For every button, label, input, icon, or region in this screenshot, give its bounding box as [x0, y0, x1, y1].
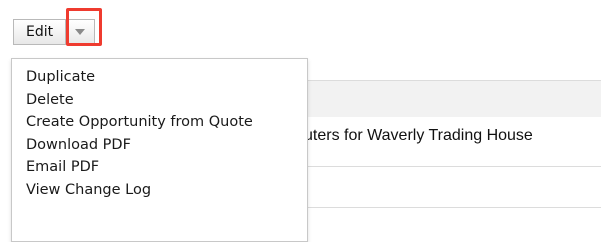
menu-item-delete[interactable]: Delete — [12, 89, 307, 112]
actions-menu: Duplicate Delete Create Opportunity from… — [11, 58, 308, 242]
highlight-box — [66, 8, 102, 46]
menu-item-download-pdf[interactable]: Download PDF — [12, 134, 307, 157]
divider — [300, 207, 601, 208]
detail-header-band — [300, 80, 601, 117]
record-name-text: uters for Waverly Trading House — [304, 127, 533, 144]
menu-item-duplicate[interactable]: Duplicate — [12, 66, 307, 89]
edit-button[interactable]: Edit — [13, 19, 66, 45]
menu-item-view-change-log[interactable]: View Change Log — [12, 179, 307, 202]
menu-item-email-pdf[interactable]: Email PDF — [12, 156, 307, 179]
menu-item-create-opportunity[interactable]: Create Opportunity from Quote — [12, 111, 307, 134]
